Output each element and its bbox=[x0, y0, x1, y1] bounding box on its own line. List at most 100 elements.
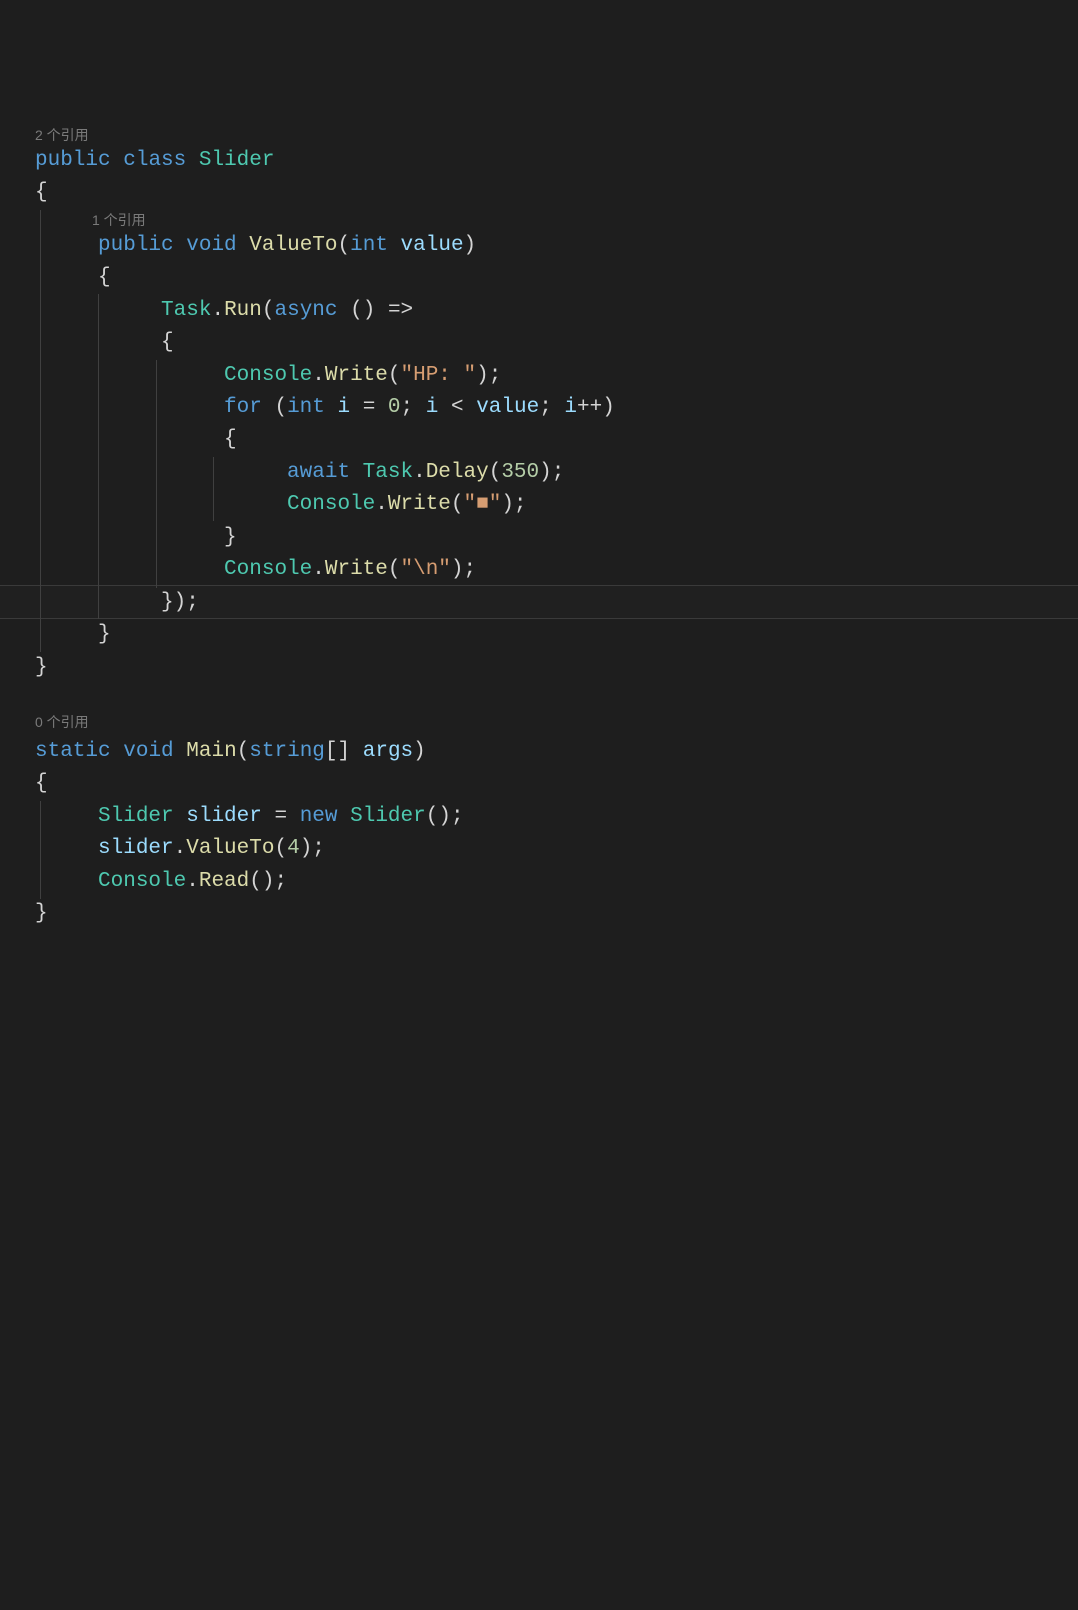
code-line[interactable]: Task.Run(async () => bbox=[35, 295, 413, 328]
class-console: Console bbox=[224, 364, 312, 387]
class-slider: Slider bbox=[350, 805, 426, 828]
brace-open: { bbox=[35, 181, 48, 204]
code-line[interactable]: { bbox=[35, 262, 111, 295]
codelens-slider[interactable]: 2 个引用 bbox=[35, 125, 89, 145]
param-value: value bbox=[476, 396, 539, 419]
class-task: Task bbox=[363, 461, 413, 484]
code-line[interactable]: { bbox=[35, 768, 48, 801]
code-line[interactable]: await Task.Delay(350); bbox=[35, 457, 564, 490]
paren: ) bbox=[413, 740, 426, 763]
var-i: i bbox=[337, 396, 350, 419]
paren: ( bbox=[274, 396, 287, 419]
paren: ) bbox=[464, 234, 477, 257]
brace-open: { bbox=[224, 428, 237, 451]
class-slider: Slider bbox=[98, 805, 174, 828]
equals: = bbox=[363, 396, 376, 419]
brace-close: } bbox=[98, 623, 111, 646]
keyword-static: static bbox=[35, 740, 111, 763]
semicolon: ; bbox=[552, 461, 565, 484]
keyword-int: int bbox=[350, 234, 388, 257]
dot: . bbox=[186, 870, 199, 893]
code-line[interactable]: }); bbox=[35, 587, 199, 620]
semicolon: ; bbox=[312, 837, 325, 860]
code-line[interactable]: slider.ValueTo(4); bbox=[35, 833, 325, 866]
keyword-public: public bbox=[98, 234, 174, 257]
semicolon: ; bbox=[186, 591, 199, 614]
class-name: Slider bbox=[199, 149, 275, 172]
class-task: Task bbox=[161, 299, 211, 322]
increment: ++ bbox=[577, 396, 602, 419]
keyword-class: class bbox=[123, 149, 186, 172]
code-line[interactable]: { bbox=[35, 177, 48, 210]
code-line[interactable]: } bbox=[35, 898, 48, 931]
brace-open: { bbox=[161, 331, 174, 354]
class-console: Console bbox=[98, 870, 186, 893]
paren: ( bbox=[388, 558, 401, 581]
brace-close: } bbox=[224, 526, 237, 549]
dot: . bbox=[211, 299, 224, 322]
code-line[interactable]: { bbox=[35, 424, 237, 457]
code-line[interactable]: } bbox=[35, 619, 111, 652]
less-than: < bbox=[451, 396, 464, 419]
semicolon: ; bbox=[401, 396, 414, 419]
code-line[interactable]: { bbox=[35, 327, 174, 360]
dot: . bbox=[413, 461, 426, 484]
code-line[interactable]: Slider slider = new Slider(); bbox=[35, 801, 464, 834]
paren: ( bbox=[338, 234, 351, 257]
code-line[interactable]: for (int i = 0; i < value; i++) bbox=[35, 392, 615, 425]
keyword-new: new bbox=[300, 805, 338, 828]
indent-guide bbox=[40, 210, 41, 652]
empty-parens: () bbox=[426, 805, 451, 828]
method-name: ValueTo bbox=[249, 234, 337, 257]
paren: ) bbox=[539, 461, 552, 484]
code-editor[interactable]: 2 个引用 public class Slider { 1 个引用 public… bbox=[0, 130, 1078, 935]
method-write: Write bbox=[325, 558, 388, 581]
empty-parens: () bbox=[350, 299, 375, 322]
paren: ( bbox=[262, 299, 275, 322]
string-literal: "HP: " bbox=[400, 364, 476, 387]
keyword-void: void bbox=[186, 234, 236, 257]
indent-guide bbox=[40, 801, 41, 899]
code-line[interactable]: Console.Read(); bbox=[35, 866, 287, 899]
keyword-async: async bbox=[274, 299, 337, 322]
keyword-for: for bbox=[224, 396, 262, 419]
var-slider: slider bbox=[98, 837, 174, 860]
lambda-arrow: => bbox=[388, 299, 413, 322]
semicolon: ; bbox=[274, 870, 287, 893]
code-line[interactable]: Console.Write("HP: "); bbox=[35, 360, 501, 393]
brace-close: } bbox=[161, 591, 174, 614]
paren: ) bbox=[501, 493, 514, 516]
code-line[interactable]: } bbox=[35, 522, 237, 555]
method-read: Read bbox=[199, 870, 249, 893]
code-line[interactable]: Console.Write("■"); bbox=[35, 489, 527, 522]
semicolon: ; bbox=[539, 396, 552, 419]
param-args: args bbox=[363, 740, 413, 763]
indent-guide bbox=[98, 294, 99, 619]
dot: . bbox=[312, 364, 325, 387]
dot: . bbox=[174, 837, 187, 860]
codelens-valueto[interactable]: 1 个引用 bbox=[92, 210, 146, 230]
paren: ( bbox=[237, 740, 250, 763]
number-4: 4 bbox=[287, 837, 300, 860]
param-value: value bbox=[401, 234, 464, 257]
keyword-await: await bbox=[287, 461, 350, 484]
code-line[interactable]: Console.Write("\n"); bbox=[35, 554, 476, 587]
number-350: 350 bbox=[501, 461, 539, 484]
keyword-int: int bbox=[287, 396, 325, 419]
code-line[interactable]: } bbox=[35, 652, 48, 685]
brace-close: } bbox=[35, 656, 48, 679]
var-i: i bbox=[564, 396, 577, 419]
code-line[interactable]: public class Slider bbox=[35, 145, 274, 178]
paren: ) bbox=[451, 558, 464, 581]
indent-guide bbox=[156, 360, 157, 588]
paren: ) bbox=[174, 591, 187, 614]
method-main: Main bbox=[186, 740, 236, 763]
codelens-main[interactable]: 0 个引用 bbox=[35, 712, 89, 732]
semicolon: ; bbox=[514, 493, 527, 516]
var-slider: slider bbox=[186, 805, 262, 828]
method-write: Write bbox=[388, 493, 451, 516]
code-line[interactable]: static void Main(string[] args) bbox=[35, 736, 426, 769]
empty-parens: () bbox=[249, 870, 274, 893]
string-literal: "■" bbox=[464, 493, 502, 516]
code-line[interactable]: public void ValueTo(int value) bbox=[35, 230, 476, 263]
